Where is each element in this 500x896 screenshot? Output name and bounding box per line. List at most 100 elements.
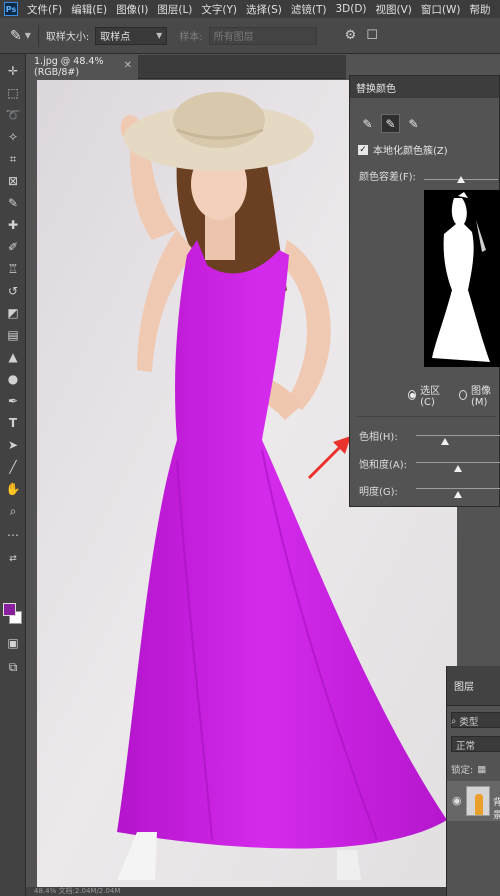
- selection-radio[interactable]: [408, 390, 417, 400]
- menu-help[interactable]: 帮助: [470, 2, 491, 17]
- menu-window[interactable]: 窗口(W): [421, 2, 461, 17]
- eyedropper-preset-icon[interactable]: ✎: [10, 28, 22, 44]
- localized-clusters-label: 本地化颜色簇(Z): [373, 146, 448, 157]
- image-radio[interactable]: [458, 390, 467, 400]
- layers-panel: 图层 ⌕ 类型 正常 锁定: ▦ ◉ 背景: [446, 666, 500, 896]
- type-icon[interactable]: T: [0, 412, 26, 434]
- sample-size-value: 取样点: [100, 32, 131, 43]
- menu-3d[interactable]: 3D(D): [335, 3, 366, 15]
- lightness-label: 明度(G):: [359, 487, 398, 498]
- layer-filter-row: ⌕ 类型: [451, 714, 479, 729]
- preview-mode-group: 选区(C) 图像(M): [408, 382, 499, 408]
- crop-icon[interactable]: ⌗: [0, 148, 26, 170]
- fuzziness-label: 颜色容差(F):: [359, 172, 416, 183]
- sample-label: 样本:: [179, 32, 203, 43]
- eyedropper-icon[interactable]: ✎: [358, 114, 377, 133]
- line-icon[interactable]: ╱: [0, 456, 26, 478]
- hue-slider-thumb[interactable]: [441, 438, 450, 445]
- checkbox-checked-icon: ✓: [358, 144, 368, 155]
- swap-colors-icon[interactable]: ⇄: [0, 548, 26, 570]
- frame-icon[interactable]: ⊠: [0, 170, 26, 192]
- menu-bar: Ps 文件(F) 编辑(E) 图像(I) 图层(L) 文字(Y) 选择(S) 滤…: [0, 0, 500, 18]
- layer-row[interactable]: ◉ 背景: [447, 781, 500, 821]
- close-icon[interactable]: ✕: [124, 60, 132, 71]
- brush-icon[interactable]: ✐: [0, 236, 26, 258]
- photoshop-logo-icon: Ps: [4, 2, 18, 16]
- lock-transparency-icon[interactable]: ▦: [477, 764, 486, 775]
- hue-label: 色相(H):: [359, 432, 398, 443]
- lock-row: 锁定: ▦: [451, 762, 486, 777]
- localized-clusters-checkbox[interactable]: ✓ 本地化颜色簇(Z): [358, 142, 448, 157]
- hue-slider[interactable]: [416, 435, 500, 436]
- screen-mode-icon[interactable]: ⧉: [0, 656, 26, 678]
- mask-preview-image: [432, 192, 490, 362]
- hand-icon[interactable]: ✋: [0, 478, 26, 500]
- lightness-slider-thumb[interactable]: [454, 491, 462, 498]
- menu-layer[interactable]: 图层(L): [157, 2, 192, 17]
- divider: [37, 24, 39, 47]
- saturation-label: 饱和度(A):: [359, 460, 408, 471]
- replace-color-dialog: 替换颜色 ✎ ✎ ✎ ✓ 本地化颜色簇(Z) 颜色容差(F): 选区(C) 图像…: [349, 75, 500, 507]
- eyedropper-group: ✎ ✎ ✎: [358, 114, 423, 133]
- marquee-icon[interactable]: ⬚: [0, 82, 26, 104]
- tab-title: 1.jpg @ 48.4%(RGB/8#): [34, 56, 104, 78]
- saturation-slider-thumb[interactable]: [454, 465, 462, 472]
- fuzziness-slider-thumb[interactable]: [457, 176, 465, 183]
- dodge-icon[interactable]: ●: [0, 368, 26, 390]
- image-radio-label: 图像(M): [471, 386, 491, 408]
- selection-radio-label: 选区(C): [420, 386, 441, 408]
- sample-select[interactable]: 所有图层: [208, 26, 317, 45]
- annotation-arrow-icon: [307, 436, 351, 480]
- sample-size-select[interactable]: 取样点 ▼: [95, 26, 168, 45]
- chevron-down-icon: ▼: [156, 31, 163, 40]
- gradient-icon[interactable]: ▤: [0, 324, 26, 346]
- menu-view[interactable]: 视图(V): [376, 2, 412, 17]
- layers-tab-label: 图层: [454, 682, 474, 693]
- menu-edit[interactable]: 编辑(E): [71, 2, 107, 17]
- lasso-icon[interactable]: ➰: [0, 104, 26, 126]
- document-tab-strip: 1.jpg @ 48.4%(RGB/8#) ✕: [26, 55, 346, 79]
- menu-file[interactable]: 文件(F): [27, 2, 62, 17]
- more-icon[interactable]: ⋯: [0, 524, 26, 546]
- healing-icon[interactable]: ✚: [0, 214, 26, 236]
- eyedropper-icon[interactable]: ✎: [0, 192, 26, 214]
- blend-mode-value: 正常: [456, 741, 476, 752]
- search-icon: ⌕: [451, 715, 457, 727]
- options-bar: ✎ ▼ 取样大小: 取样点 ▼ 样本: 所有图层 ⚙ ☐: [0, 18, 500, 54]
- blur-icon[interactable]: ▲: [0, 346, 26, 368]
- eraser-icon[interactable]: ◩: [0, 302, 26, 324]
- path-select-icon[interactable]: ➤: [0, 434, 26, 456]
- eye-icon[interactable]: ◉: [452, 794, 462, 807]
- workspace-icon[interactable]: ☐: [366, 28, 378, 43]
- layer-thumbnail: [466, 786, 490, 816]
- tab-layers[interactable]: 图层: [447, 666, 500, 706]
- menu-image[interactable]: 图像(I): [116, 2, 148, 17]
- chevron-down-icon[interactable]: ▼: [25, 31, 31, 40]
- dialog-title: 替换颜色: [350, 76, 499, 98]
- layer-thumbnail-figure: [475, 794, 483, 815]
- gear-icon[interactable]: ⚙: [345, 28, 357, 43]
- zoom-icon[interactable]: ⌕: [0, 500, 26, 522]
- history-brush-icon[interactable]: ↺: [0, 280, 26, 302]
- quick-select-icon[interactable]: ✧: [0, 126, 26, 148]
- sample-value: 所有图层: [213, 32, 254, 43]
- lock-label: 锁定:: [451, 765, 474, 776]
- lightness-slider[interactable]: [416, 488, 500, 489]
- quick-mask-icon[interactable]: ▣: [0, 632, 26, 654]
- menu-filter[interactable]: 滤镜(T): [291, 2, 327, 17]
- saturation-slider[interactable]: [416, 462, 500, 463]
- tab-document[interactable]: 1.jpg @ 48.4%(RGB/8#) ✕: [26, 55, 138, 79]
- pen-icon[interactable]: ✒: [0, 390, 26, 412]
- selection-preview: [424, 190, 500, 367]
- sample-size-label: 取样大小:: [45, 32, 90, 43]
- eyedropper-minus-icon[interactable]: ✎: [404, 114, 423, 133]
- radio-selected-icon: [409, 392, 415, 398]
- stamp-icon[interactable]: ♖: [0, 258, 26, 280]
- menu-select[interactable]: 选择(S): [246, 2, 282, 17]
- menu-type[interactable]: 文字(Y): [201, 2, 237, 17]
- layer-name: 背景: [493, 798, 500, 821]
- foreground-color-swatch[interactable]: [3, 603, 16, 616]
- layer-filter-label: 类型: [459, 717, 479, 728]
- eyedropper-plus-icon[interactable]: ✎: [381, 114, 400, 133]
- move-icon[interactable]: ✛: [0, 60, 26, 82]
